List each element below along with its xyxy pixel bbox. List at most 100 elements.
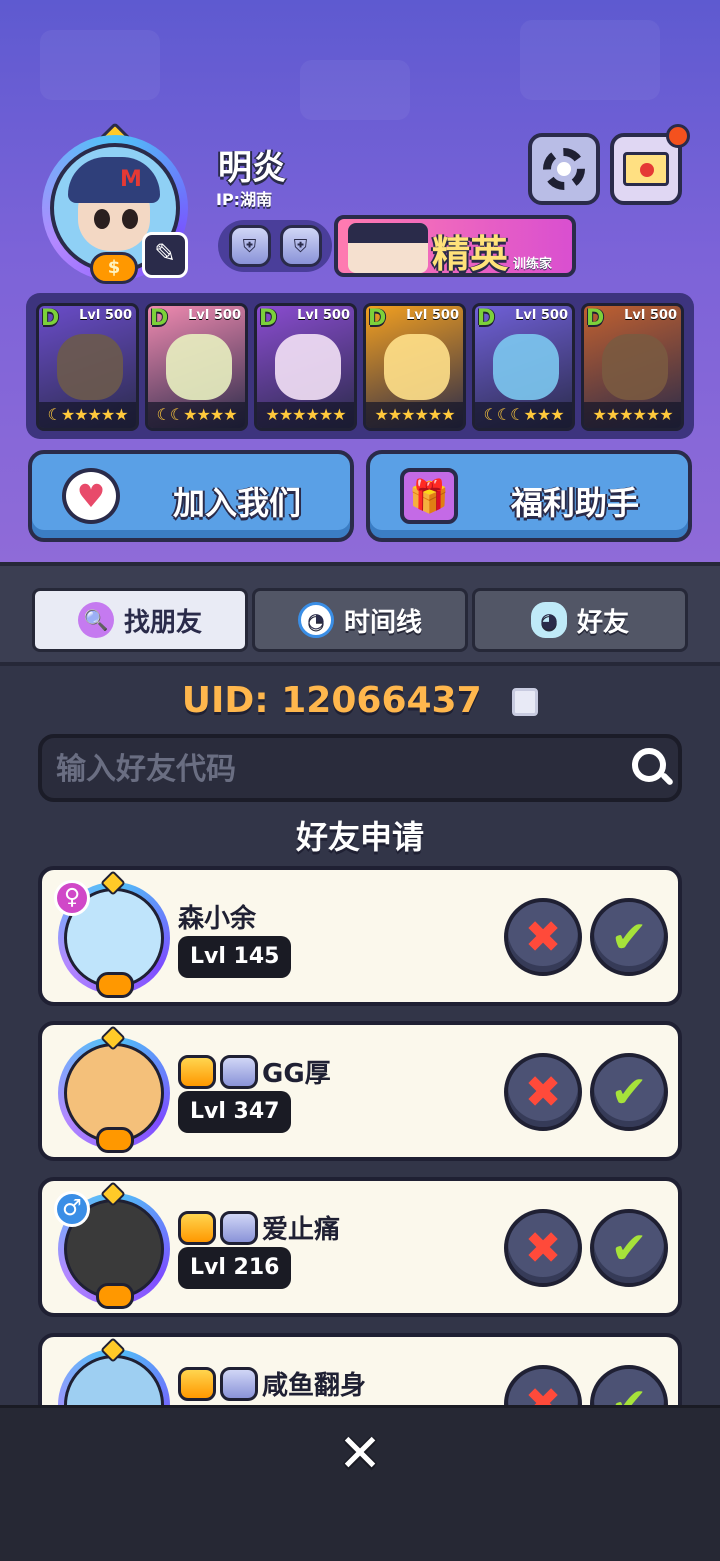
user-ip-location: IP:湖南 bbox=[216, 190, 273, 209]
shield-badge-icon: ⛨ bbox=[228, 225, 271, 267]
silver-badge-icon bbox=[220, 1366, 258, 1401]
magnifier-icon: 🔍 bbox=[77, 602, 114, 638]
star-rating: ☾☾☾★★★ bbox=[475, 402, 572, 428]
tab-find-friends[interactable]: 🔍 找朋友 bbox=[32, 588, 248, 652]
clock-icon: ◔ bbox=[297, 602, 334, 638]
rank-title: 精英 bbox=[432, 232, 509, 276]
friend-code-input[interactable] bbox=[56, 748, 616, 790]
friend-code-search bbox=[38, 734, 682, 802]
tab-label: 好友 bbox=[576, 607, 629, 638]
uid-display: UID: 12066437 bbox=[0, 680, 720, 721]
medal-icon bbox=[96, 972, 134, 998]
close-icon: ✖ bbox=[524, 911, 562, 963]
uid-value: 12066437 bbox=[281, 680, 482, 721]
grade-label: D bbox=[259, 306, 278, 331]
requester-name: GG厚 bbox=[262, 1059, 331, 1089]
welfare-helper-label: 福利助手 bbox=[510, 484, 639, 522]
check-icon: ✔ bbox=[610, 1222, 648, 1274]
silver-badge-icon bbox=[220, 1054, 258, 1089]
star-rating: ☾☾★★★★ bbox=[148, 402, 245, 428]
medal-icon bbox=[96, 1283, 134, 1309]
tab-timeline[interactable]: ◔ 时间线 bbox=[252, 588, 468, 652]
star-rating: ★★★★★★ bbox=[366, 402, 463, 428]
star-rating: ☾★★★★★ bbox=[39, 402, 136, 428]
heart-icon: ♥ bbox=[62, 468, 120, 524]
gold-badge-icon bbox=[178, 1210, 216, 1245]
accept-button[interactable]: ✔ bbox=[590, 898, 668, 976]
tab-friends[interactable]: ◕ 好友 bbox=[472, 588, 688, 652]
monster-portrait-icon bbox=[602, 334, 668, 400]
monster-level: Lvl 500 bbox=[79, 308, 132, 323]
gold-badge-icon bbox=[178, 1366, 216, 1401]
rank-subtitle: 训练家 bbox=[513, 257, 553, 272]
background-decoration bbox=[520, 20, 660, 100]
level-badge: Lvl 347 bbox=[178, 1091, 292, 1133]
silver-badge-icon bbox=[220, 1210, 258, 1245]
close-button[interactable]: ✕ bbox=[332, 1426, 388, 1482]
grade-label: D bbox=[41, 306, 60, 331]
monster-level: Lvl 500 bbox=[406, 308, 459, 323]
edit-profile-button[interactable]: ✎ bbox=[142, 232, 188, 278]
female-icon: ♀ bbox=[54, 880, 90, 916]
ghost-chat-icon: ◕ bbox=[530, 602, 567, 638]
male-icon: ♂ bbox=[54, 1191, 90, 1227]
monster-portrait-icon bbox=[275, 334, 341, 400]
monster-card[interactable]: D Lvl 500 ★★★★★★ bbox=[581, 303, 684, 431]
settings-button[interactable] bbox=[528, 133, 600, 205]
welfare-helper-button[interactable]: 🎁 福利助手 bbox=[366, 450, 692, 542]
bottom-bar: ✕ bbox=[0, 1405, 720, 1561]
monster-level: Lvl 500 bbox=[297, 308, 350, 323]
monster-portrait-icon bbox=[384, 334, 450, 400]
requester-name: 咸鱼翻身 bbox=[262, 1371, 367, 1401]
monster-portrait-icon bbox=[166, 334, 232, 400]
accept-button[interactable]: ✔ bbox=[590, 1209, 668, 1287]
notification-dot bbox=[666, 124, 690, 148]
level-badge: Lvl 216 bbox=[178, 1247, 292, 1289]
monster-card[interactable]: D Lvl 500 ☾☾★★★★ bbox=[145, 303, 248, 431]
tab-bar: 🔍 找朋友 ◔ 时间线 ◕ 好友 bbox=[0, 562, 720, 666]
user-name: 明炎 bbox=[218, 148, 286, 188]
accept-button[interactable]: ✔ bbox=[590, 1053, 668, 1131]
close-icon: ✖ bbox=[524, 1222, 562, 1274]
trainer-portrait-icon bbox=[348, 223, 428, 273]
monster-level: Lvl 500 bbox=[624, 308, 677, 323]
medal-icon: $ bbox=[90, 252, 138, 284]
monster-level: Lvl 500 bbox=[188, 308, 241, 323]
reject-button[interactable]: ✖ bbox=[504, 1209, 582, 1287]
monster-card[interactable]: D Lvl 500 ★★★★★★ bbox=[363, 303, 466, 431]
shield-badge-icon: ⛨ bbox=[279, 225, 322, 267]
search-icon[interactable] bbox=[632, 748, 666, 782]
monster-portrait-icon bbox=[57, 334, 123, 400]
monster-card[interactable]: D Lvl 500 ☾★★★★★ bbox=[36, 303, 139, 431]
requester-name: 爱止痛 bbox=[262, 1215, 341, 1245]
copy-icon[interactable] bbox=[512, 688, 539, 716]
monster-card[interactable]: D Lvl 500 ☾☾☾★★★ bbox=[472, 303, 575, 431]
level-badge: Lvl 145 bbox=[178, 936, 292, 978]
join-us-button[interactable]: ♥ 加入我们 bbox=[28, 450, 354, 542]
monster-card[interactable]: D Lvl 500 ★★★★★★ bbox=[254, 303, 357, 431]
uid-label: UID: bbox=[181, 680, 269, 721]
close-icon: ✖ bbox=[524, 1066, 562, 1118]
background-decoration bbox=[40, 30, 160, 100]
grade-label: D bbox=[477, 306, 496, 331]
tab-label: 时间线 bbox=[343, 607, 422, 638]
friend-request-card: ♂ 爱止痛 Lvl 216 ✖ ✔ bbox=[38, 1177, 682, 1317]
reject-button[interactable]: ✖ bbox=[504, 898, 582, 976]
badge-slots[interactable]: ⛨ ⛨ bbox=[218, 220, 332, 272]
check-icon: ✔ bbox=[610, 911, 648, 963]
rank-banner[interactable]: 精英 训练家 bbox=[334, 215, 576, 277]
star-rating: ★★★★★★ bbox=[584, 402, 681, 428]
join-us-label: 加入我们 bbox=[172, 484, 301, 522]
star-rating: ★★★★★★ bbox=[257, 402, 354, 428]
grade-label: D bbox=[150, 306, 169, 331]
friend-request-card: ♀ 森小余 Lvl 145 ✖ ✔ bbox=[38, 866, 682, 1006]
monster-portrait-icon bbox=[493, 334, 559, 400]
friend-request-card: GG厚 Lvl 347 ✖ ✔ bbox=[38, 1021, 682, 1161]
check-icon: ✔ bbox=[610, 1066, 648, 1118]
monster-team: D Lvl 500 ☾★★★★★ D Lvl 500 ☾☾★★★★ D Lvl 500 ★★★★… bbox=[26, 293, 694, 439]
reject-button[interactable]: ✖ bbox=[504, 1053, 582, 1131]
envelope-icon bbox=[623, 152, 669, 186]
medal-icon bbox=[96, 1127, 134, 1153]
monster-level: Lvl 500 bbox=[515, 308, 568, 323]
requester-name: 森小余 bbox=[178, 904, 257, 934]
